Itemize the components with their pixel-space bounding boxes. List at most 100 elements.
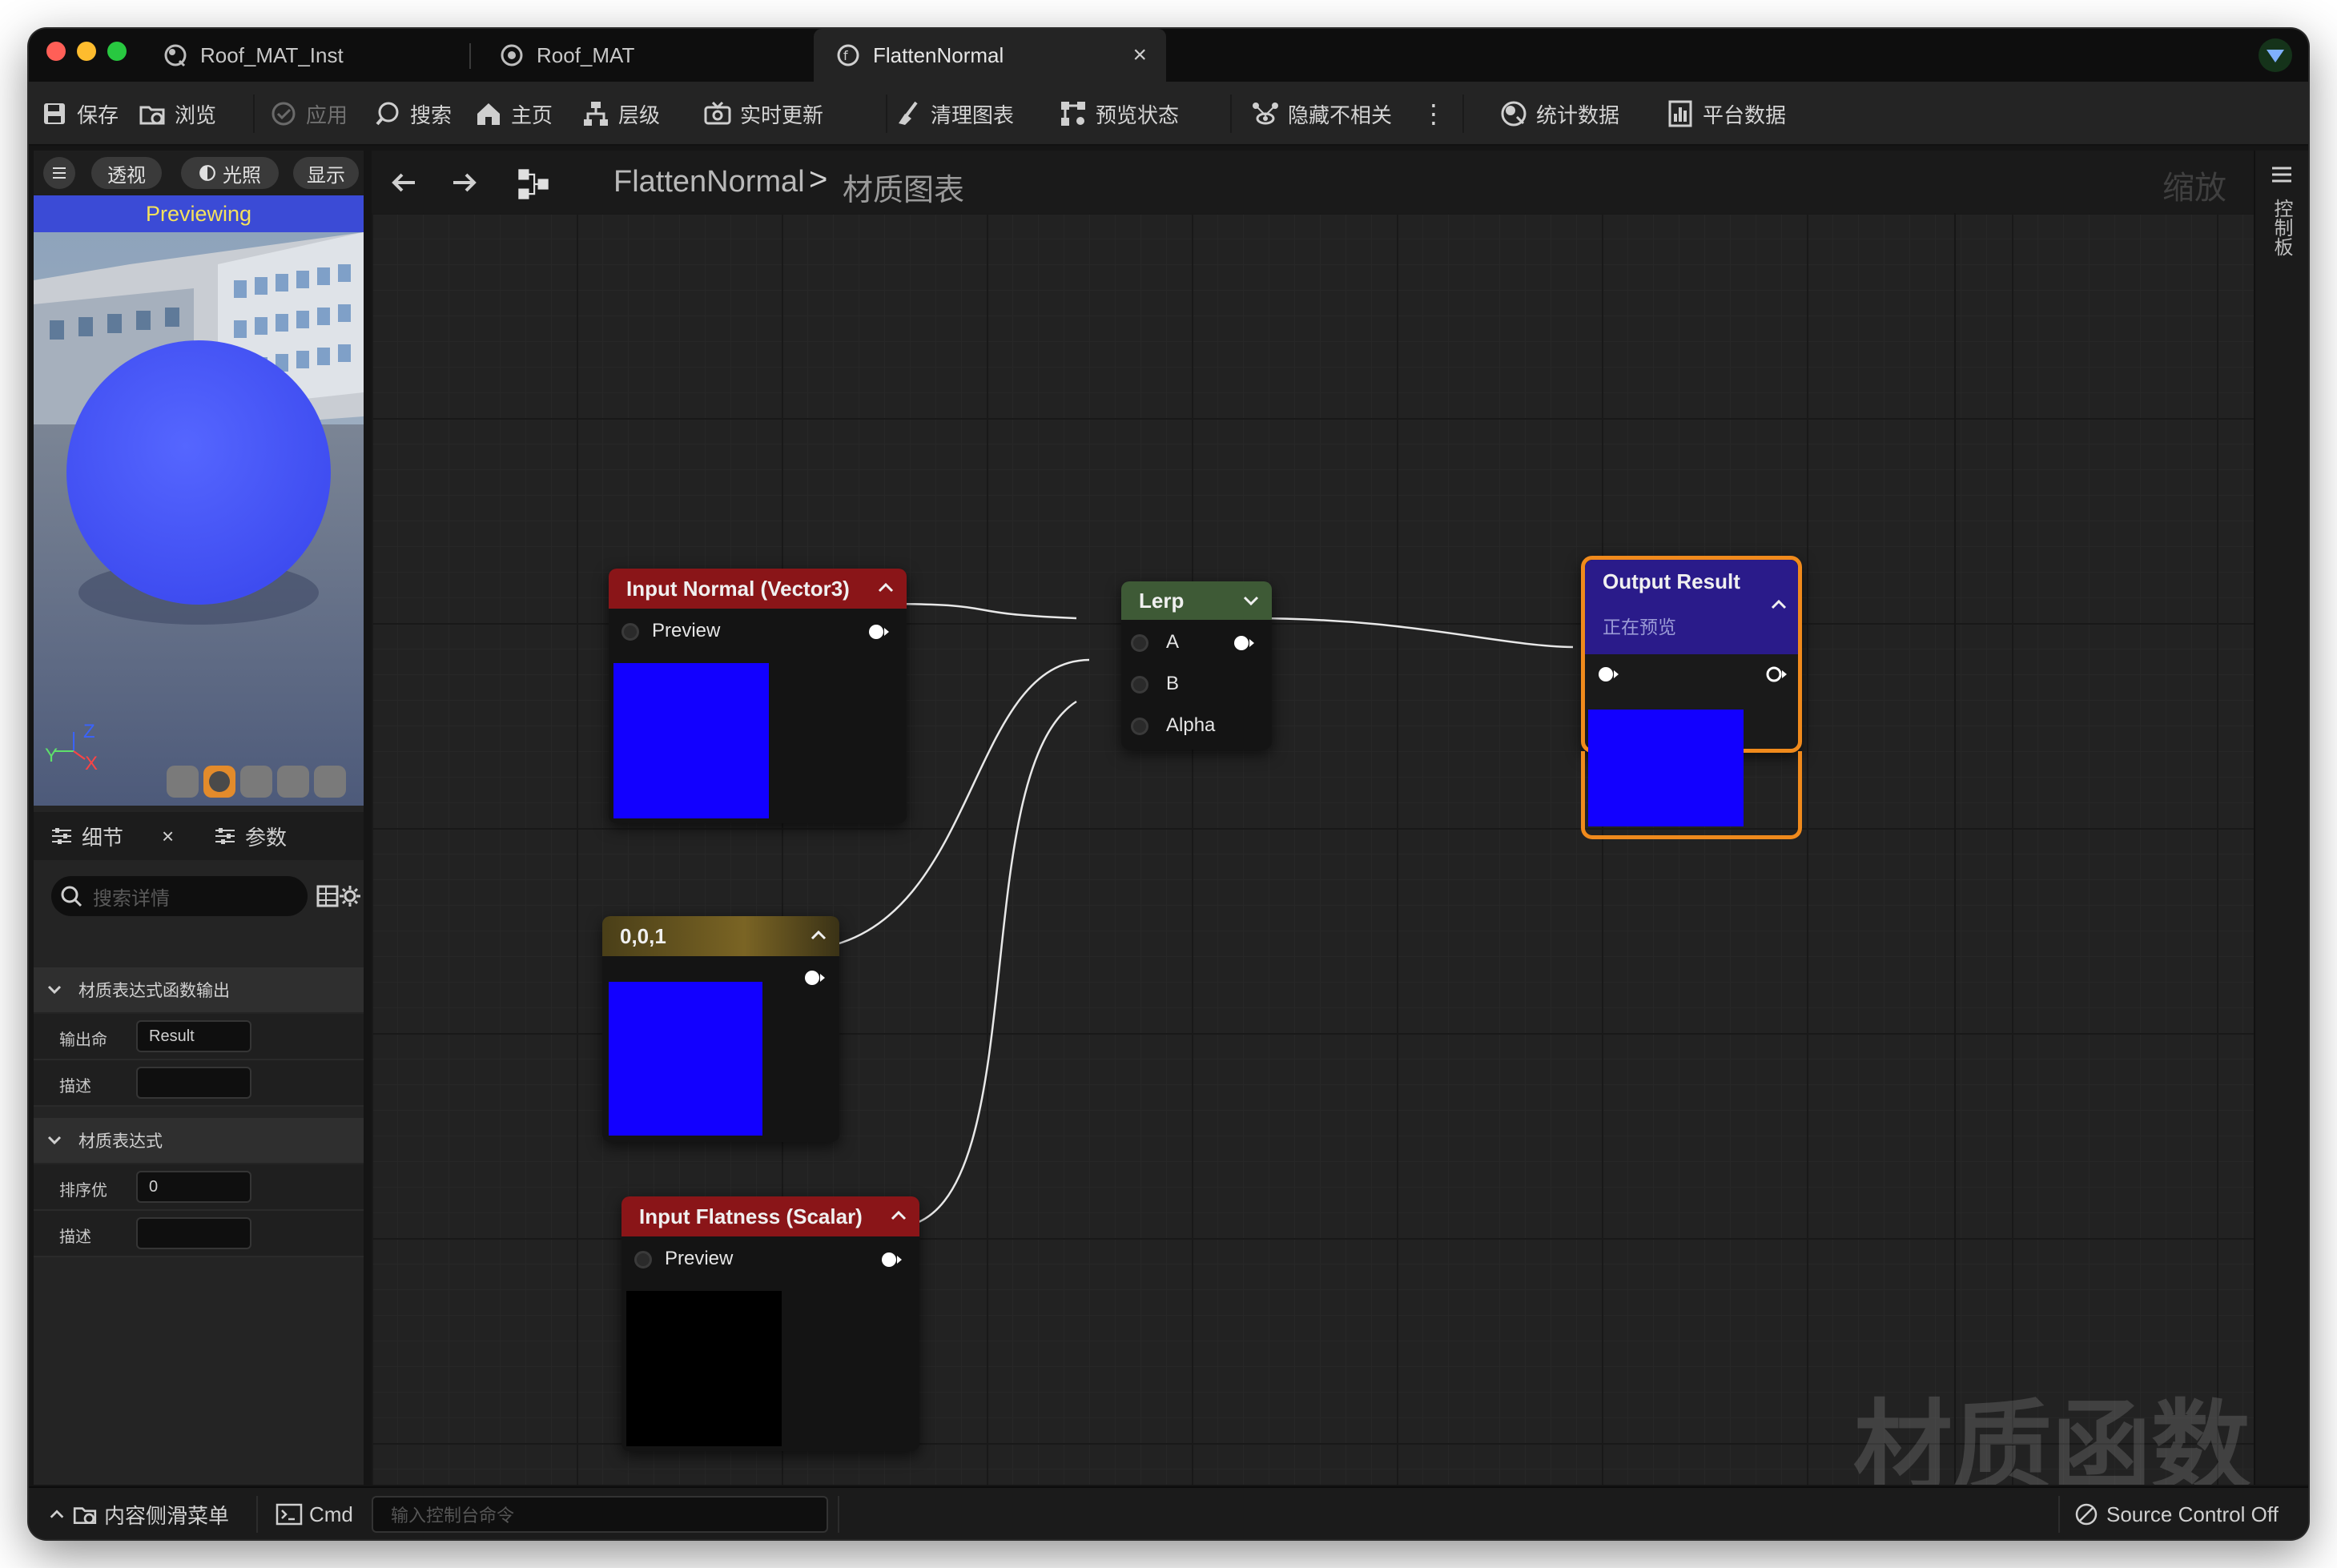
home-button[interactable]: 主页 [474,82,553,146]
details-search-input[interactable]: 搜索详情 [51,876,308,916]
node-header[interactable]: 0,0,1 [602,916,839,956]
collapse-chevron-icon[interactable] [887,1204,910,1227]
description-field[interactable] [136,1067,251,1099]
browse-button[interactable]: 浏览 [138,82,216,146]
content-drawer-label: 内容侧滑菜单 [104,1503,230,1528]
tab-parameters[interactable]: 参数 [213,812,287,860]
result-output-pin[interactable] [1766,665,1787,683]
show-button[interactable]: 显示 [293,157,359,189]
collapse-chevron-icon[interactable] [1768,593,1790,616]
viewport-toolbar: 透视 光照 显示 [34,151,364,195]
output-pin[interactable] [868,623,889,641]
wire-flatness-to-alpha [899,700,1077,1228]
plane-shape-button[interactable] [240,766,272,798]
collapse-chevron-icon[interactable] [875,577,897,599]
lighting-button[interactable]: 光照 [181,157,279,189]
material-graph-canvas[interactable]: Input Normal (Vector3) Preview Lerp A B … [372,213,2254,1485]
custom-mesh-button[interactable] [314,766,346,798]
section-title: 材质表达式 [78,1132,163,1151]
node-constant-vector[interactable]: 0,0,1 [602,916,839,1142]
cmd-selector-button[interactable]: Cmd [276,1488,353,1539]
more-options-button[interactable]: ⋮ [1421,82,1446,146]
chevron-down-icon [47,1136,62,1145]
cylinder-shape-button[interactable] [167,766,199,798]
material-function-watermark: 材质函数 [1853,1393,2251,1485]
cube-shape-button[interactable] [277,766,309,798]
node-header[interactable]: Input Flatness (Scalar) [621,1196,919,1236]
status-divider [2058,1496,2060,1533]
node-header[interactable]: Input Normal (Vector3) [609,569,907,609]
viewport-menu-button[interactable] [43,157,75,189]
property-row: 输出命 Result [34,1014,364,1060]
minimize-window-button[interactable] [77,42,96,61]
save-button[interactable]: 保存 [40,82,119,146]
output-name-field[interactable]: Result [136,1020,251,1052]
platform-stats-button[interactable]: 平台数据 [1666,82,1786,146]
live-update-button[interactable]: 实时更新 [703,82,823,146]
sort-priority-field[interactable]: 0 [136,1171,251,1203]
pin-label: Preview [665,1248,734,1269]
hide-unrelated-button[interactable]: 隐藏不相关 [1251,82,1392,146]
description-field[interactable] [136,1217,251,1249]
pin-a-input[interactable] [1131,634,1148,652]
node-input-normal[interactable]: Input Normal (Vector3) Preview [609,569,907,823]
table-view-icon[interactable] [316,884,340,908]
breadcrumb-separator: > [809,162,828,197]
perspective-button[interactable]: 透视 [91,157,162,189]
node-title: Input Flatness (Scalar) [639,1204,863,1228]
console-command-input[interactable]: 输入控制台命令 [372,1496,828,1533]
tab-flatten-normal[interactable]: f FlattenNormal × [814,29,1166,82]
lerp-output-pin[interactable] [1233,634,1254,652]
collapse-chevron-icon[interactable] [807,924,830,947]
pin-alpha-input[interactable] [1131,718,1148,735]
apply-button[interactable]: 应用 [269,82,348,146]
maximize-window-button[interactable] [107,42,127,61]
tab-roof-mat-inst[interactable]: Roof_MAT_Inst [141,29,477,82]
expand-chevron-icon[interactable] [1240,589,1262,612]
node-header[interactable]: Lerp [1121,581,1272,620]
preview-input-pin[interactable] [634,1251,652,1268]
details-icon [52,828,71,844]
clean-graph-button[interactable]: 清理图表 [894,82,1014,146]
search-icon [61,886,82,907]
tab-details[interactable]: 细节 [50,812,123,860]
close-details-tab-button[interactable]: × [162,812,174,860]
section-function-output[interactable]: 材质表达式函数输出 [34,967,364,1012]
stats-button[interactable]: 统计数据 [1499,82,1619,146]
lighting-label: 光照 [223,164,261,187]
section-material-expression[interactable]: 材质表达式 [34,1118,364,1163]
editor-window: Roof_MAT_Inst Roof_MAT f FlattenNormal ×… [29,29,2308,1539]
breadcrumb-asset[interactable]: FlattenNormal [613,165,805,199]
material-preview-viewport[interactable]: Z Y X [34,232,364,806]
node-header[interactable]: Output Result 正在预览 [1585,560,1798,654]
close-tab-button[interactable]: × [1132,42,1147,69]
pin-b-input[interactable] [1131,676,1148,694]
search-icon [376,102,399,126]
preview-input-pin[interactable] [621,623,639,641]
sphere-shape-button[interactable] [203,766,235,798]
tab-roof-mat[interactable]: Roof_MAT [477,29,814,82]
forward-arrow-icon[interactable] [448,167,481,199]
notification-icon[interactable] [2257,37,2294,74]
status-divider [256,1496,258,1533]
output-pin[interactable] [881,1251,902,1268]
result-input-pin[interactable] [1598,665,1619,683]
content-drawer-button[interactable]: 内容侧滑菜单 [48,1488,229,1539]
apply-label: 应用 [306,103,348,127]
close-window-button[interactable] [46,42,66,61]
palette-tab[interactable]: 控制板 [2271,199,2295,256]
node-lerp[interactable]: Lerp A B Alpha [1121,581,1272,750]
palette-list-icon[interactable] [2270,163,2294,187]
back-arrow-icon[interactable] [388,167,420,199]
settings-gear-icon[interactable] [338,884,362,908]
node-input-flatness[interactable]: Input Flatness (Scalar) Preview [621,1196,919,1451]
preview-state-button[interactable]: 预览状态 [1059,82,1179,146]
output-pin[interactable] [804,969,825,987]
preview-state-label: 预览状态 [1096,103,1180,127]
axis-gizmo-icon [54,732,86,760]
search-button[interactable]: 搜索 [373,82,452,146]
broom-icon [899,101,918,125]
source-control-button[interactable]: Source Control Off [2074,1488,2279,1539]
clean-graph-label: 清理图表 [931,103,1015,127]
hierarchy-button[interactable]: 层级 [581,82,660,146]
